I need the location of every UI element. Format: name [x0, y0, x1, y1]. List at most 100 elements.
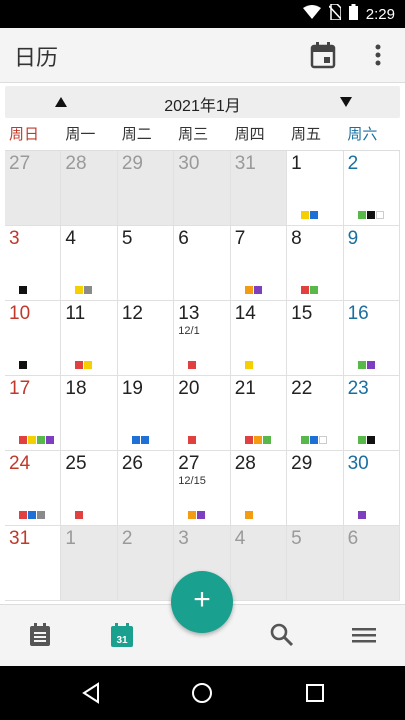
back-button[interactable]: [80, 682, 102, 704]
event-marker: [366, 436, 375, 444]
event-markers: [188, 511, 206, 519]
add-event-button[interactable]: +: [171, 571, 233, 633]
day-cell[interactable]: 16: [343, 301, 400, 376]
month-grid: 27 28 29 30 31 1 2 3 4 5 6 7 8 9 10 11 12 13 12/1 14 15 16 17 1…: [5, 150, 400, 601]
day-cell[interactable]: 21: [230, 376, 288, 451]
day-cell[interactable]: 2: [343, 151, 400, 226]
day-cell[interactable]: 25: [61, 451, 118, 526]
day-cell[interactable]: 28: [61, 151, 118, 226]
day-cell[interactable]: 31: [5, 526, 62, 601]
event-marker: [84, 361, 93, 369]
day-cell[interactable]: 8: [287, 226, 344, 301]
day-cell[interactable]: 17: [5, 376, 62, 451]
day-cell[interactable]: 20: [174, 376, 231, 451]
more-vert-icon: [375, 44, 381, 66]
event-markers: [19, 511, 45, 519]
day-cell[interactable]: 9: [343, 226, 400, 301]
day-cell[interactable]: 12: [117, 301, 175, 376]
go-to-today-button[interactable]: [308, 40, 338, 70]
more-options-button[interactable]: [368, 40, 388, 70]
day-number: 14: [234, 303, 256, 324]
day-number: 12: [121, 303, 143, 324]
event-markers: [357, 361, 375, 369]
event-marker: [301, 211, 310, 219]
weekday-label: 周三: [178, 126, 209, 143]
event-marker: [75, 286, 84, 294]
event-marker: [37, 511, 45, 519]
day-number: 31: [9, 528, 31, 549]
day-cell[interactable]: 6: [174, 226, 231, 301]
next-month-button[interactable]: [338, 94, 354, 110]
day-number: 2: [121, 528, 133, 549]
event-markers: [357, 436, 375, 444]
home-button[interactable]: [191, 682, 213, 704]
event-marker: [19, 286, 27, 294]
day-cell[interactable]: 1: [287, 151, 344, 226]
status-time: 2:29: [365, 5, 395, 23]
nav-search-button[interactable]: [268, 621, 298, 651]
day-cell[interactable]: 30: [343, 451, 400, 526]
day-cell[interactable]: 6: [343, 526, 400, 601]
day-number: 17: [9, 378, 31, 399]
event-marker: [375, 211, 384, 219]
day-cell[interactable]: 24: [5, 451, 62, 526]
day-cell[interactable]: 27: [5, 151, 62, 226]
day-cell[interactable]: 5: [287, 526, 344, 601]
event-markers: [301, 436, 328, 444]
day-cell[interactable]: 23: [343, 376, 400, 451]
lunar-date-label: 12/15: [178, 475, 206, 487]
day-cell[interactable]: 29: [117, 151, 175, 226]
day-cell[interactable]: 1: [61, 526, 118, 601]
day-cell[interactable]: 31: [230, 151, 288, 226]
day-number: 7: [234, 228, 246, 249]
day-cell[interactable]: 14: [230, 301, 288, 376]
day-cell[interactable]: 27 12/15: [174, 451, 231, 526]
day-cell[interactable]: 4: [61, 226, 118, 301]
day-cell[interactable]: 2: [117, 526, 175, 601]
day-cell[interactable]: 5: [117, 226, 175, 301]
day-cell[interactable]: 19: [117, 376, 175, 451]
event-marker: [28, 436, 36, 444]
day-number: 4: [234, 528, 246, 549]
day-number: 19: [121, 378, 143, 399]
day-cell[interactable]: 7: [230, 226, 288, 301]
day-cell[interactable]: 28: [230, 451, 288, 526]
event-marker: [262, 436, 271, 444]
nav-agenda-button[interactable]: [26, 621, 56, 651]
day-cell[interactable]: 13 12/1: [174, 301, 231, 376]
day-cell[interactable]: 26: [117, 451, 175, 526]
nav-menu-button[interactable]: [350, 621, 380, 651]
event-markers: [19, 286, 27, 294]
recents-button[interactable]: [305, 683, 325, 703]
event-marker: [366, 361, 375, 369]
day-cell[interactable]: 18: [61, 376, 118, 451]
weekday-label: 周二: [121, 126, 152, 143]
day-number: 9: [347, 228, 359, 249]
plus-icon: +: [193, 583, 211, 616]
day-cell[interactable]: 30: [174, 151, 231, 226]
day-cell[interactable]: 22: [287, 376, 344, 451]
home-circle-icon: [192, 683, 212, 703]
day-cell[interactable]: 3: [5, 226, 62, 301]
day-number: 1: [65, 528, 76, 549]
day-number: 23: [347, 378, 369, 399]
day-cell[interactable]: 29: [287, 451, 344, 526]
event-marker: [28, 511, 36, 519]
triangle-down-icon: [340, 97, 352, 107]
day-cell[interactable]: 15: [287, 301, 344, 376]
event-marker: [188, 361, 197, 369]
day-cell[interactable]: 11: [61, 301, 118, 376]
day-cell[interactable]: 10: [5, 301, 62, 376]
hamburger-menu-icon: [352, 628, 376, 643]
weekday-label: 周日: [9, 126, 40, 143]
event-marker: [244, 511, 253, 519]
event-marker: [357, 211, 366, 219]
event-marker: [366, 211, 375, 219]
nav-month-button[interactable]: 31: [108, 621, 138, 651]
day-number: 16: [347, 303, 369, 324]
day-number: 15: [291, 303, 313, 324]
event-marker: [310, 211, 319, 219]
event-marker: [188, 511, 197, 519]
day-cell[interactable]: 4: [230, 526, 288, 601]
day-number: 28: [65, 153, 87, 174]
